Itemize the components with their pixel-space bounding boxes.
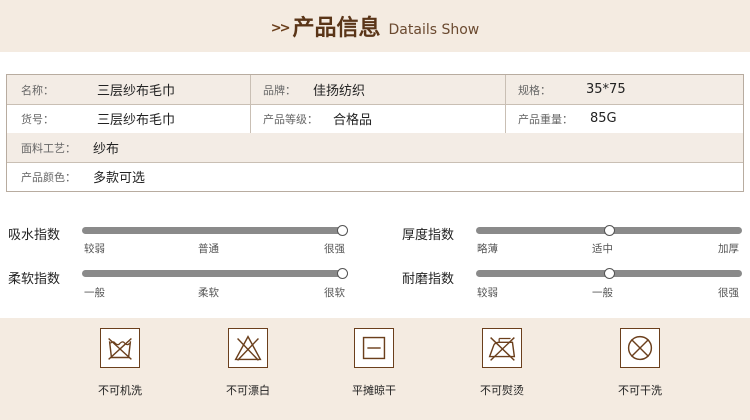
thickness-tick-mid: 适中 — [592, 243, 613, 255]
care-item-flat-dry: 平摊晾干 — [334, 328, 414, 398]
thickness-tick-high: 加厚 — [718, 243, 739, 255]
durability-index-slider[interactable] — [476, 268, 742, 279]
care-item-no-machine-wash: 不可机洗 — [80, 328, 160, 398]
thickness-index-slider[interactable] — [476, 225, 742, 236]
flat-dry-icon — [354, 328, 394, 368]
softness-tick-high: 很软 — [324, 287, 345, 299]
weight-label: 产品重量： — [518, 112, 573, 126]
name-label: 名称： — [21, 83, 54, 97]
softness-index-slider[interactable] — [82, 268, 348, 279]
weight-value: 85G — [590, 111, 617, 126]
care-item-no-bleach: 不可漂白 — [208, 328, 288, 398]
no-iron-label: 不可熨烫 — [480, 384, 524, 397]
slider-knob[interactable] — [337, 225, 348, 236]
grade-value: 合格品 — [333, 113, 373, 128]
spec-cell-name: 名称： 三层纱布毛巾 — [7, 75, 250, 104]
slider-knob[interactable] — [603, 225, 615, 236]
section-title: 产品信息 — [292, 16, 381, 41]
grade-label: 产品等级： — [263, 112, 318, 126]
brand-label: 品牌： — [263, 83, 296, 97]
no-dry-clean-label: 不可干洗 — [618, 384, 662, 397]
brand-value: 佳扬纺织 — [313, 84, 366, 99]
no-bleach-label: 不可漂白 — [226, 384, 270, 397]
spec-cell-size: 规格： 35*75 — [505, 75, 743, 104]
spec-row-1: 名称： 三层纱布毛巾 品牌： 佳扬纺织 规格： 35*75 — [7, 75, 743, 105]
double-arrow-icon: >> — [270, 20, 291, 36]
spec-cell-color: 产品颜色： 多款可选 — [7, 162, 743, 191]
absorption-tick-mid: 普通 — [198, 243, 219, 255]
spec-row-2: 货号： 三层纱布毛巾 产品等级： 合格品 产品重量： 85G — [7, 104, 743, 134]
no-machine-wash-icon — [100, 328, 140, 368]
durability-tick-low: 较弱 — [477, 287, 498, 299]
durability-tick-mid: 一般 — [592, 287, 613, 299]
spec-row-3: 面料工艺： 纱布 — [7, 133, 743, 163]
absorption-index-slider[interactable] — [82, 225, 348, 236]
color-value: 多款可选 — [93, 171, 146, 186]
softness-tick-low: 一般 — [84, 287, 105, 299]
fabric-label: 面料工艺： — [21, 141, 76, 155]
item-no-value: 三层纱布毛巾 — [97, 113, 176, 128]
thickness-index-label: 厚度指数 — [402, 228, 455, 243]
fabric-value: 纱布 — [93, 142, 120, 157]
section-header: >> 产品信息 Datails Show — [0, 0, 750, 52]
color-label: 产品颜色： — [21, 170, 76, 184]
durability-tick-high: 很强 — [718, 287, 739, 299]
softness-tick-mid: 柔软 — [198, 287, 219, 299]
spec-cell-grade: 产品等级： 合格品 — [250, 104, 505, 133]
spec-cell-brand: 品牌： 佳扬纺织 — [250, 75, 505, 104]
flat-dry-label: 平摊晾干 — [352, 384, 396, 397]
spec-cell-item-no: 货号： 三层纱布毛巾 — [7, 104, 250, 133]
spec-cell-fabric: 面料工艺： 纱布 — [7, 133, 743, 162]
size-value: 35*75 — [586, 82, 626, 97]
thickness-tick-low: 略薄 — [477, 243, 498, 255]
absorption-tick-low: 较弱 — [84, 243, 105, 255]
section-subtitle: Datails Show — [388, 22, 480, 38]
durability-index-label: 耐磨指数 — [402, 272, 455, 287]
no-iron-icon — [482, 328, 522, 368]
no-dry-clean-icon — [620, 328, 660, 368]
no-bleach-icon — [228, 328, 268, 368]
slider-knob[interactable] — [603, 268, 615, 279]
spec-table: 名称： 三层纱布毛巾 品牌： 佳扬纺织 规格： 35*75 货号： 三层纱布毛巾… — [6, 74, 744, 192]
absorption-index-label: 吸水指数 — [8, 228, 61, 243]
no-machine-wash-label: 不可机洗 — [98, 384, 142, 397]
care-item-no-iron: 不可熨烫 — [462, 328, 542, 398]
care-instructions: 不可机洗 不可漂白 平摊晾干 不可熨烫 不可干洗 — [0, 318, 750, 420]
name-value: 三层纱布毛巾 — [97, 84, 176, 99]
absorption-tick-high: 很强 — [324, 243, 345, 255]
care-item-no-dry-clean: 不可干洗 — [600, 328, 680, 398]
slider-knob[interactable] — [337, 268, 348, 279]
softness-index-label: 柔软指数 — [8, 272, 61, 287]
spec-cell-weight: 产品重量： 85G — [505, 104, 743, 133]
spec-row-4: 产品颜色： 多款可选 — [7, 162, 743, 191]
item-no-label: 货号： — [21, 112, 54, 126]
size-label: 规格： — [518, 83, 551, 97]
